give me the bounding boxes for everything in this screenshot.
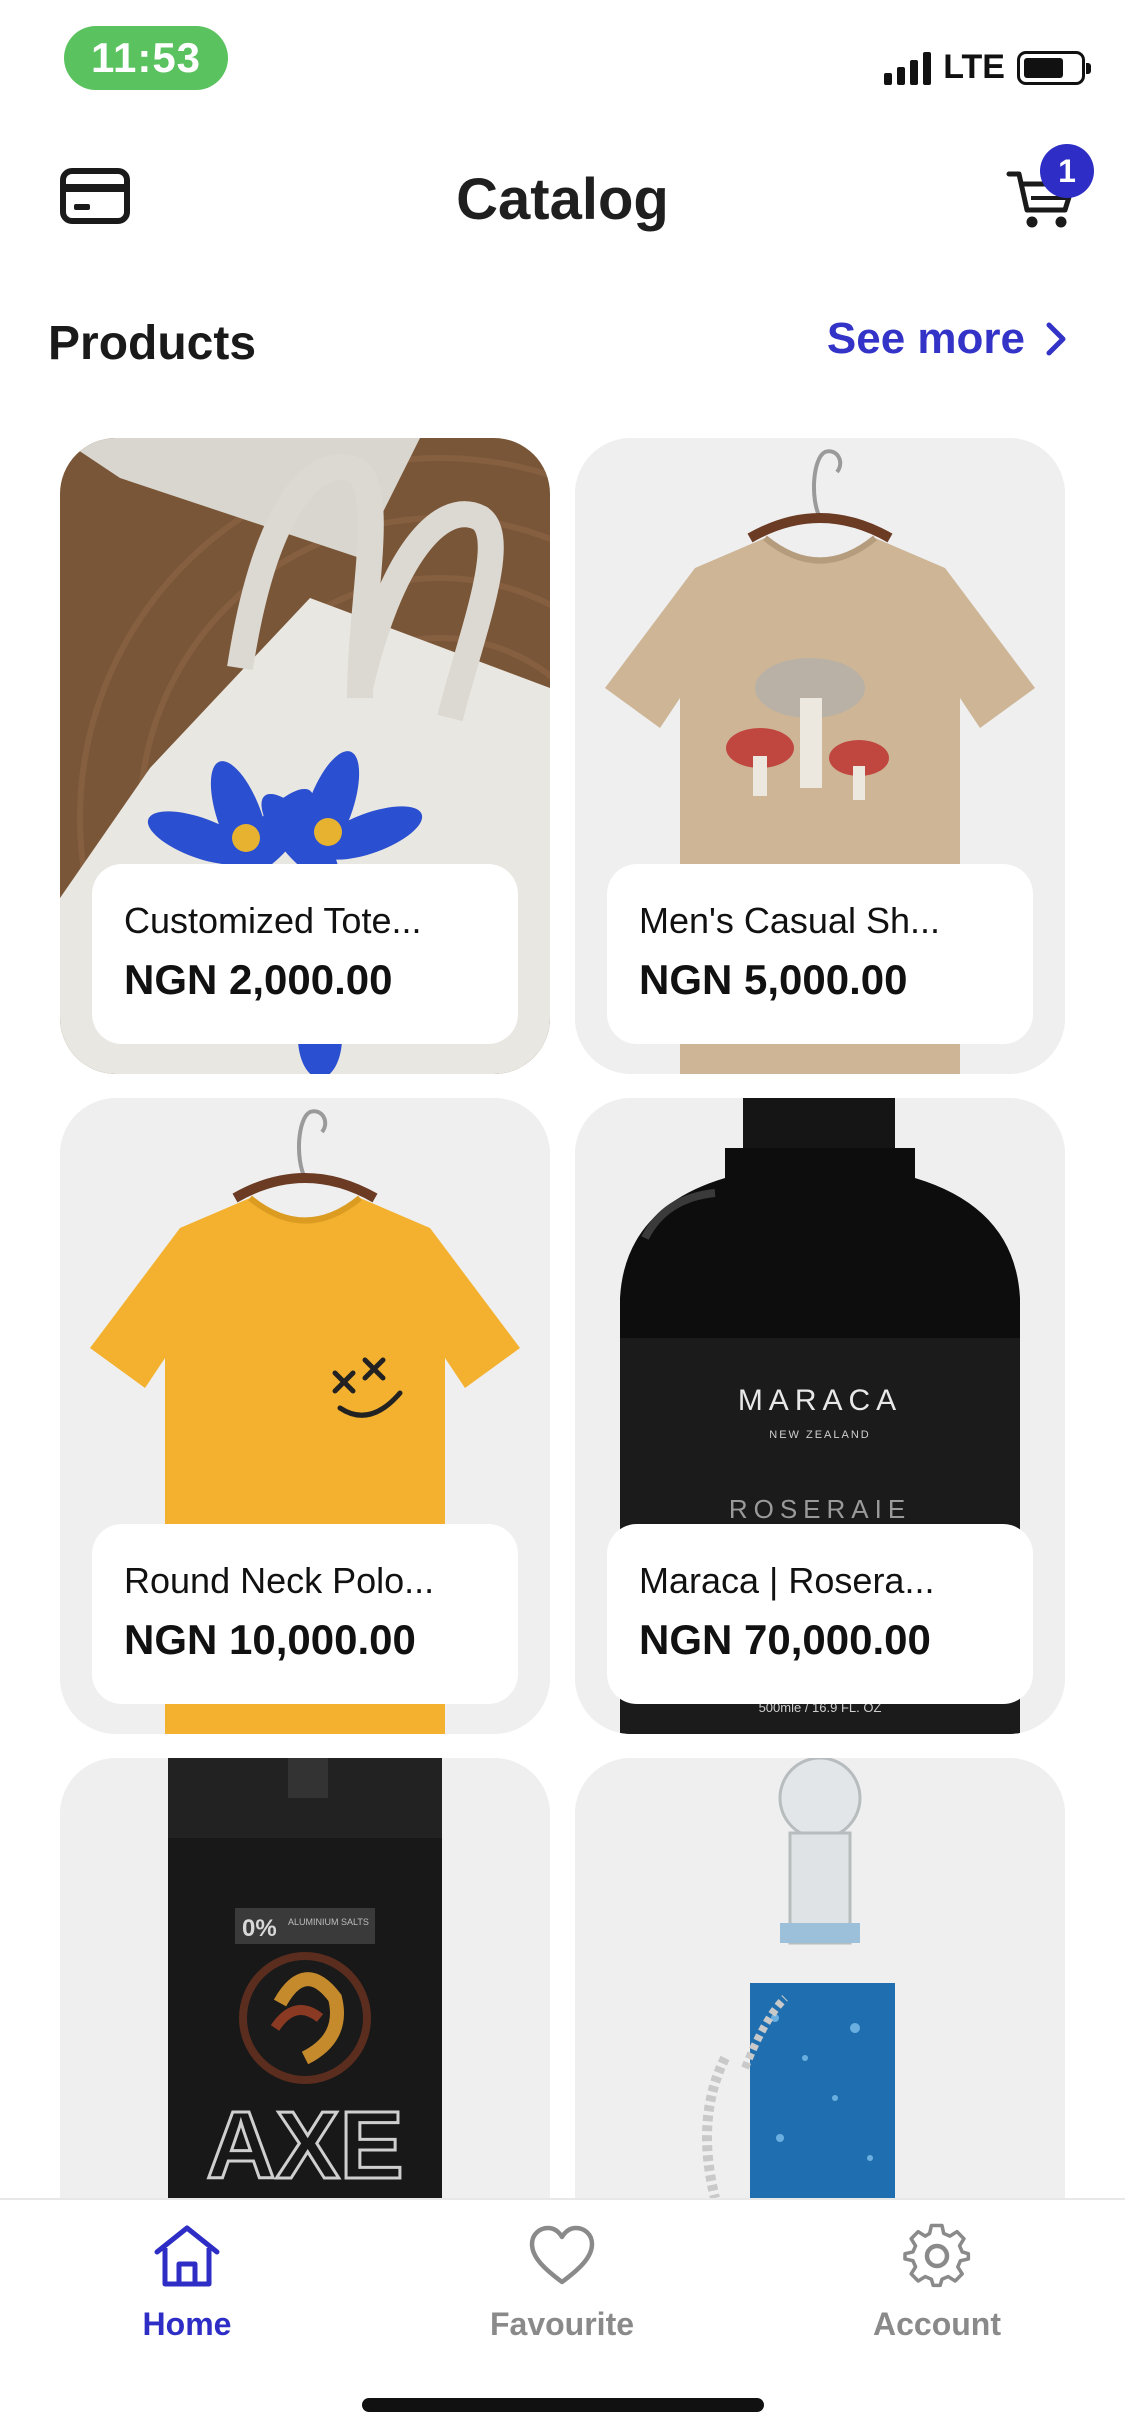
- product-card[interactable]: 0% ALUMINIUM SALTS AXE: [60, 1758, 550, 2198]
- perfume-line-text: ROSERAIE: [729, 1494, 911, 1524]
- deodorant-badge-sub-text: ALUMINIUM SALTS: [288, 1917, 369, 1927]
- status-indicators: LTE: [884, 48, 1091, 87]
- product-card[interactable]: Customized Tote... NGN 2,000.00: [60, 438, 550, 1074]
- product-price: NGN 5,000.00: [639, 956, 908, 1003]
- product-info: Maraca | Rosera... NGN 70,000.00: [607, 1524, 1033, 1704]
- perfume-origin-text: NEW ZEALAND: [769, 1429, 870, 1441]
- battery-icon: [1017, 50, 1091, 85]
- tab-label: Favourite: [489, 2306, 635, 2342]
- product-price: NGN 10,000.00: [124, 1616, 416, 1663]
- tab-label: Account: [873, 2306, 1001, 2342]
- page-title: Catalog: [456, 167, 669, 232]
- tab-favourite[interactable]: Favourite: [437, 2220, 687, 2370]
- gear-icon: [903, 2223, 971, 2288]
- product-card[interactable]: Round Neck Polo... NGN 10,000.00: [60, 1098, 550, 1734]
- tab-account[interactable]: Account: [812, 2220, 1062, 2370]
- signal-icon: [884, 51, 932, 85]
- product-card[interactable]: [575, 1758, 1065, 2198]
- deodorant-brand-text: AXE: [206, 2092, 403, 2198]
- app-header: Catalog 1: [0, 140, 1125, 250]
- deodorant-can-image: 0% ALUMINIUM SALTS AXE: [60, 1758, 550, 2198]
- product-price: NGN 2,000.00: [124, 956, 393, 1003]
- status-time: 11:53: [64, 26, 228, 90]
- product-name: Customized Tote...: [124, 900, 422, 941]
- cart-count-badge: 1: [1040, 144, 1094, 198]
- product-info: Men's Casual Sh... NGN 5,000.00: [607, 864, 1033, 1044]
- section-title: Products: [48, 317, 257, 370]
- blue-bottle-image: [575, 1758, 1065, 2198]
- home-icon: [154, 2225, 220, 2287]
- product-info: Customized Tote... NGN 2,000.00: [92, 864, 518, 1044]
- deodorant-badge-text: 0%: [242, 1915, 277, 1942]
- see-more-link[interactable]: See more: [827, 314, 1069, 364]
- heart-icon: [529, 2225, 595, 2285]
- product-card[interactable]: Men's Casual Sh... NGN 5,000.00: [575, 438, 1065, 1074]
- see-more-label: See more: [826, 314, 1025, 363]
- product-price: NGN 70,000.00: [639, 1616, 931, 1663]
- network-type: LTE: [943, 48, 1005, 86]
- tab-home[interactable]: Home: [62, 2220, 312, 2370]
- product-name: Men's Casual Sh...: [639, 900, 941, 941]
- product-grid: Customized Tote... NGN 2,000.00 Men's Ca…: [60, 438, 1065, 2198]
- tab-label: Home: [142, 2306, 232, 2342]
- product-name: Round Neck Polo...: [124, 1560, 435, 1601]
- home-indicator: [362, 2398, 764, 2412]
- product-name: Maraca | Rosera...: [639, 1560, 935, 1601]
- chevron-right-icon: [1046, 322, 1066, 356]
- product-card[interactable]: MARACA NEW ZEALAND ROSERAIE 500mle / 16.…: [575, 1098, 1065, 1734]
- perfume-brand-text: MARACA: [738, 1384, 902, 1417]
- product-info: Round Neck Polo... NGN 10,000.00: [92, 1524, 518, 1704]
